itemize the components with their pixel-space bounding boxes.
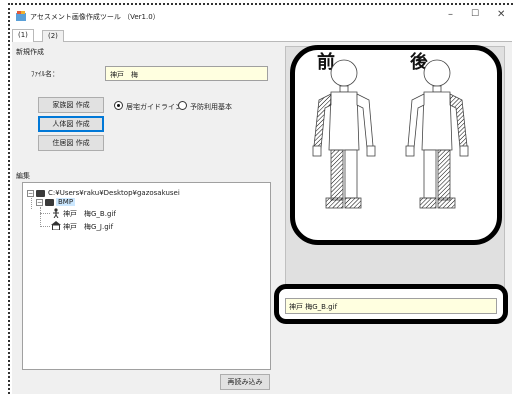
- body-diagram-button[interactable]: 人体図 作成: [38, 116, 104, 132]
- back-figure: [405, 59, 469, 209]
- selected-file-field[interactable]: 神戸 梅G_B.gif: [285, 298, 497, 314]
- collapse-icon[interactable]: −: [27, 190, 34, 197]
- minimize-button[interactable]: –: [448, 9, 453, 20]
- drive-folder-icon: [36, 190, 45, 197]
- tree-file-1[interactable]: 神戸 梅G_B.gif: [63, 209, 116, 219]
- window-title: アセスメント画像作成ツール （Ver1.0）: [30, 13, 160, 21]
- close-button[interactable]: ✕: [497, 9, 505, 20]
- body-figures: [312, 59, 469, 209]
- tree-root-label[interactable]: C:¥Users¥raku¥Desktop¥gazosakusei: [48, 189, 180, 197]
- reload-button[interactable]: 再読み込み: [220, 374, 270, 390]
- tree-connector: [40, 226, 50, 227]
- person-file-icon: [53, 208, 59, 218]
- filename-input[interactable]: 神戸 梅: [105, 66, 268, 81]
- radio-prevention-basic[interactable]: [178, 101, 187, 110]
- front-figure: [312, 59, 376, 209]
- radio-home-guideline-label: 居宅ガイドライン: [126, 103, 182, 111]
- tree-folder-label[interactable]: BMP: [56, 198, 76, 206]
- edit-section-label: 編集: [16, 172, 30, 180]
- folder-icon: [45, 199, 54, 206]
- new-section-label: 新規作成: [16, 48, 44, 56]
- body-diagram-canvas: 前 後: [290, 45, 502, 245]
- collapse-icon[interactable]: −: [36, 199, 43, 206]
- tree-file-2[interactable]: 神戸 梅G_J.gif: [63, 222, 113, 232]
- tab-strip: (1) (2): [12, 28, 512, 43]
- tab-2[interactable]: (2): [42, 30, 64, 42]
- family-diagram-button[interactable]: 家族図 作成: [38, 97, 104, 113]
- tree-connector: [40, 213, 50, 214]
- tree-connector: [40, 207, 41, 227]
- maximize-button[interactable]: ☐: [471, 9, 479, 19]
- title-bar: アセスメント画像作成ツール （Ver1.0） – ☐ ✕: [10, 5, 513, 27]
- house-file-icon: [51, 221, 61, 230]
- tree-connector: [31, 198, 32, 209]
- tab-1[interactable]: (1): [12, 29, 34, 43]
- house-diagram-button[interactable]: 住居図 作成: [38, 135, 104, 151]
- radio-home-guideline[interactable]: [114, 101, 123, 110]
- file-tree[interactable]: − C:¥Users¥raku¥Desktop¥gazosakusei − BM…: [22, 182, 271, 370]
- radio-prevention-basic-label: 予防利用基本: [190, 103, 232, 111]
- app-icon: [16, 11, 26, 21]
- filename-label: ﾌｧｲﾙ名：: [31, 70, 59, 78]
